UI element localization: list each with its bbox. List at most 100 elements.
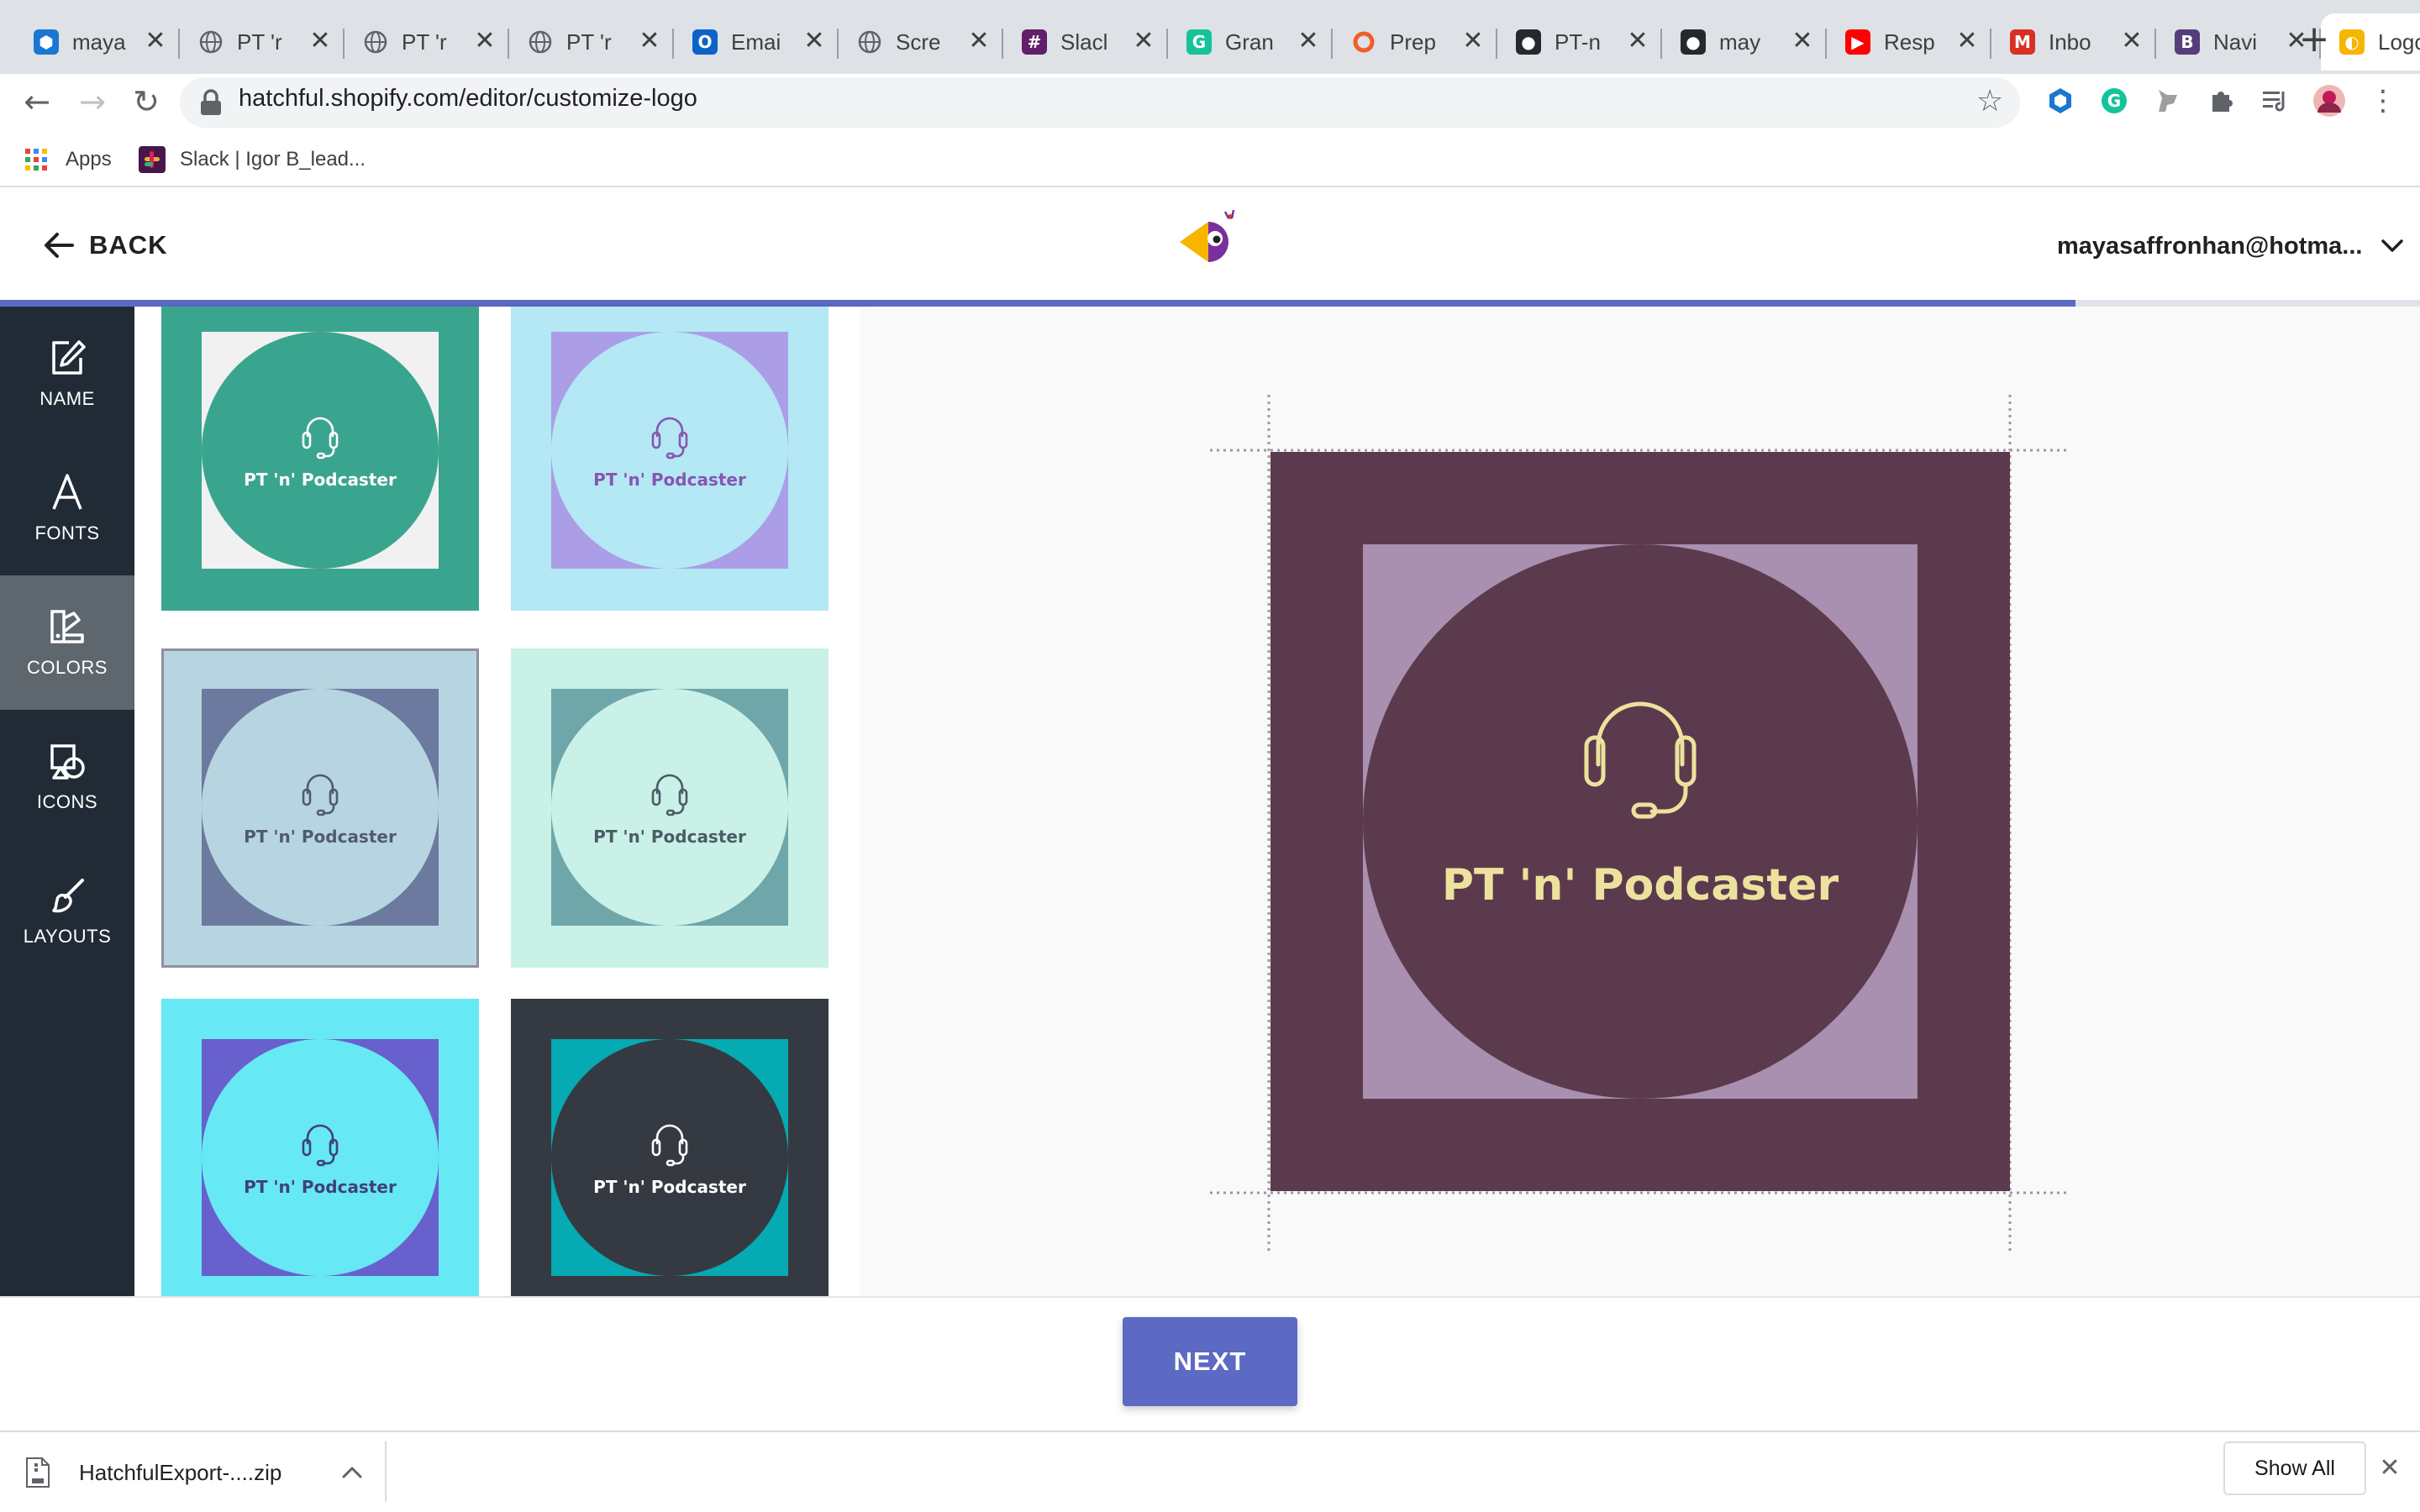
logo-preview-artwork	[1270, 452, 2010, 1191]
sidebar-item-label: FONTS	[34, 522, 100, 543]
bookmark-slack[interactable]: Slack | Igor B_lead...	[138, 143, 366, 176]
swatch-circle: PT 'n' Podcaster	[202, 1039, 439, 1276]
hatchful-logo-icon[interactable]	[1176, 208, 1240, 269]
browser-tab[interactable]: Scre ✕	[839, 13, 1003, 71]
headphones-icon	[651, 1124, 688, 1167]
back-label: BACK	[89, 230, 168, 260]
color-swatch[interactable]: PT 'n' Podcaster	[161, 307, 479, 611]
close-tab-icon[interactable]: ✕	[1625, 29, 1650, 55]
back-nav-button[interactable]: ←	[15, 81, 59, 124]
browser-menu-icon[interactable]: ⋮	[2366, 84, 2400, 118]
account-email: mayasaffronhan@hotma...	[2057, 232, 2363, 260]
color-swatch[interactable]: PT 'n' Podcaster	[511, 307, 829, 611]
close-tab-icon[interactable]: ✕	[308, 29, 333, 55]
browser-tab-title: Inbo	[2049, 29, 2091, 55]
sidebar-item-layouts[interactable]: LAYOUTS	[0, 844, 134, 979]
grammarly-icon: G	[1186, 29, 1212, 55]
browser-tab-title: Scre	[896, 29, 941, 55]
github-icon: ●	[1681, 29, 1706, 55]
new-tab-button[interactable]: +	[2294, 20, 2334, 60]
apps-grid-icon	[25, 149, 47, 171]
browser-tab[interactable]: Prep ✕	[1333, 13, 1497, 71]
browser-tab[interactable]: # Slacl ✕	[1003, 13, 1168, 71]
swatch-logo-name: PT 'n' Podcaster	[244, 470, 397, 490]
extensions-puzzle-icon[interactable]	[2205, 84, 2238, 118]
close-tab-icon[interactable]: ✕	[2119, 29, 2144, 55]
browser-tab[interactable]: ● may ✕	[1662, 13, 1827, 71]
browser-tab-title: Navi	[2213, 29, 2258, 55]
color-swatch[interactable]: PT 'n' Podcaster	[511, 648, 829, 968]
browser-tab[interactable]: M Inbo ✕	[1991, 13, 2156, 71]
hatchful-icon: ◐	[2339, 29, 2365, 55]
account-menu[interactable]: mayasaffronhan@hotma...	[2057, 227, 2404, 265]
next-button[interactable]: NEXT	[1123, 1317, 1297, 1406]
close-tab-icon[interactable]: ✕	[1790, 29, 1815, 55]
profile-avatar-icon[interactable]	[2312, 84, 2346, 118]
sidebar-item-icons[interactable]: ICONS	[0, 710, 134, 844]
extension-unicorn-icon[interactable]	[2151, 84, 2185, 118]
color-swatch[interactable]: PT 'n' Podcaster	[511, 999, 829, 1296]
close-tab-icon[interactable]: ✕	[802, 29, 827, 55]
swatch-circle: PT 'n' Podcaster	[202, 689, 439, 926]
sidebar-item-fonts[interactable]: FONTS	[0, 441, 134, 575]
headphones-icon	[651, 774, 688, 816]
browser-tab[interactable]: PT 'r ✕	[509, 13, 674, 71]
extension-grammarly-icon[interactable]: G	[2097, 84, 2131, 118]
extension-hexagon-icon[interactable]	[2044, 84, 2077, 118]
browser-tab[interactable]: ● PT-n ✕	[1497, 13, 1662, 71]
browser-tab[interactable]: ◐Logo✕	[2321, 13, 2420, 71]
reload-button[interactable]: ↻	[124, 81, 168, 124]
github-icon: ●	[1516, 29, 1541, 55]
media-control-icon[interactable]	[2259, 84, 2292, 118]
lock-icon[interactable]	[198, 89, 224, 116]
swatch-circle: PT 'n' Podcaster	[202, 332, 439, 569]
sidebar-item-label: COLORS	[27, 657, 108, 678]
logo-preview-name: PT 'n' Podcaster	[1441, 860, 1839, 911]
close-tab-icon[interactable]: ✕	[1296, 29, 1321, 55]
browser-tab[interactable]: ⬢ maya ✕	[15, 13, 180, 71]
swatch-logo-name: PT 'n' Podcaster	[244, 1177, 397, 1197]
download-item[interactable]: HatchfulExport-....zip	[25, 1445, 385, 1500]
close-tab-icon[interactable]: ✕	[1954, 29, 1980, 55]
editor-sidebar: NAME FONTS COLORS ICONS LAYOUTS	[0, 307, 134, 1296]
close-tab-icon[interactable]: ✕	[1131, 29, 1156, 55]
browser-tab[interactable]: ▶ Resp ✕	[1827, 13, 1991, 71]
close-tab-icon[interactable]: ✕	[143, 29, 168, 55]
chevron-up-icon[interactable]	[341, 1466, 363, 1479]
globe-icon	[198, 29, 224, 55]
sidebar-item-colors[interactable]: COLORS	[0, 575, 134, 710]
show-all-downloads-button[interactable]: Show All	[2223, 1441, 2366, 1495]
color-swatch[interactable]: PT 'n' Podcaster	[161, 999, 479, 1296]
color-swatch[interactable]: PT 'n' Podcaster	[161, 648, 479, 968]
close-download-shelf-icon[interactable]: ✕	[2373, 1450, 2407, 1487]
browser-tab[interactable]: PT 'r ✕	[180, 13, 345, 71]
brush-icon	[52, 879, 84, 913]
sidebar-item-label: ICONS	[36, 791, 98, 812]
sidebar-item-name[interactable]: NAME	[0, 307, 134, 441]
close-tab-icon[interactable]: ✕	[637, 29, 662, 55]
browser-tab[interactable]: PT 'r ✕	[345, 13, 509, 71]
url-text[interactable]: hatchful.shopify.com/editor/customize-lo…	[239, 85, 697, 113]
font-icon	[52, 474, 82, 510]
close-tab-icon[interactable]: ✕	[472, 29, 497, 55]
close-tab-icon[interactable]: ✕	[966, 29, 992, 55]
swatch-circle: PT 'n' Podcaster	[551, 1039, 788, 1276]
browser-tab-title: Resp	[1884, 29, 1935, 55]
bookmark-apps-label: Apps	[66, 148, 112, 171]
browser-tab[interactable]: G Gran ✕	[1168, 13, 1333, 71]
youtube-icon: ▶	[1845, 29, 1870, 55]
gmail-icon: M	[2010, 29, 2035, 55]
close-tab-icon[interactable]: ✕	[1460, 29, 1486, 55]
browser-tab-title: PT 'r	[566, 29, 612, 55]
back-button[interactable]: BACK	[42, 225, 168, 265]
edit-icon	[52, 340, 86, 375]
browser-tab[interactable]: O Emai ✕	[674, 13, 839, 71]
forward-nav-button[interactable]: →	[71, 81, 114, 124]
svg-text:G: G	[2107, 91, 2121, 111]
bookmark-apps[interactable]: Apps	[24, 143, 112, 176]
browser-tab-title: maya	[72, 29, 126, 55]
ring-icon	[1351, 29, 1376, 55]
logo-preview[interactable]: PT 'n' Podcaster	[1270, 452, 2010, 1191]
bookmark-star-icon[interactable]: ☆	[1976, 84, 2003, 118]
outlook-icon: O	[692, 29, 718, 55]
